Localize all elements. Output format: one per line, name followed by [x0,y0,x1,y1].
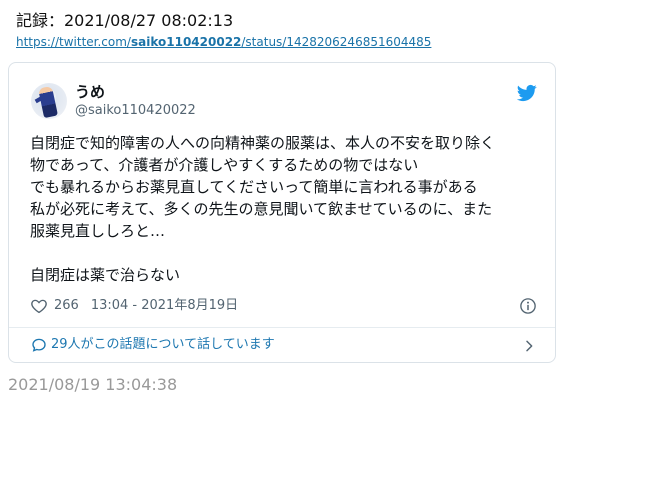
tweet-line: 自閉症で知的障害の人への向精神薬の服薬は、本人の不安を取り除く [30,134,496,152]
link-prefix: https://twitter.com/ [16,35,131,49]
embedded-tweet-card: うめ @saiko110420022 自閉症で知的障害の人への向精神薬の服薬は、… [8,62,556,363]
source-tweet-link[interactable]: https://twitter.com/saiko110420022/statu… [16,35,431,49]
tweet-text: 自閉症で知的障害の人への向精神薬の服薬は、本人の不安を取り除く 物であって、介護… [30,132,540,286]
user-handle[interactable]: @saiko110420022 [75,103,196,119]
tweet-line [30,242,540,264]
link-suffix: /status/1428206246851604485 [241,35,432,49]
chevron-right-icon[interactable] [521,338,537,354]
twitter-bird-icon[interactable] [517,83,537,103]
divider [9,327,555,328]
saved-timestamp: 2021/08/19 13:04:38 [8,375,178,394]
display-name[interactable]: うめ [75,83,105,101]
avatar[interactable] [31,83,67,119]
tweet-line: 服薬見直ししろと… [30,222,166,240]
like-count[interactable]: 266 [54,298,79,314]
conversation-label: 29人がこの話題について話しています [51,337,275,352]
tweet-line: 自閉症は薬で治らない [30,266,181,284]
tweet-line: でも暴れるからお薬見直してくださいって簡単に言われる事がある [30,178,478,196]
link-username: saiko110420022 [130,35,242,49]
heart-icon[interactable] [30,297,48,315]
tweet-meta: 266 13:04 - 2021年8月19日 [30,297,238,315]
conversation-link[interactable]: 29人がこの話題について話しています [30,336,275,354]
tweet-time[interactable]: 13:04 - 2021年8月19日 [91,298,238,314]
record-datetime: 記録：2021/08/27 08:02:13 [16,11,234,30]
tweet-line: 物であって、介護者が介護しやすくするための物ではない [30,156,419,174]
tweet-line: 私が必死に考えて、多くの先生の意見聞いて飲ませているのに、また [30,200,493,218]
info-icon[interactable] [519,297,537,315]
speech-bubble-icon [32,338,46,352]
